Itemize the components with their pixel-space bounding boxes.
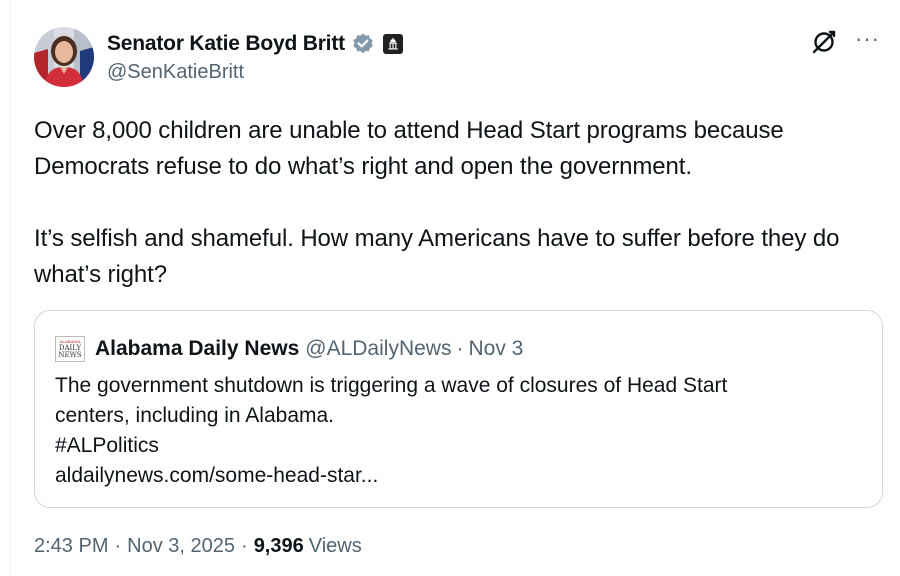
tweet-meta: 2:43 PM · Nov 3, 2025 · 9,396 Views	[34, 535, 362, 558]
tweet-paragraph: It’s selfish and shameful. How many Amer…	[34, 225, 840, 288]
separator-dot: ·	[241, 535, 248, 557]
quote-author-handle[interactable]: @ALDailyNews	[305, 337, 451, 361]
quote-author-name[interactable]: Alabama Daily News	[95, 337, 299, 361]
tweet-header: Senator Katie Boyd Britt @SenKatieBritt …	[34, 27, 880, 89]
author-block: Senator Katie Boyd Britt @SenKatieBritt	[107, 30, 403, 84]
quote-header: ALABAMA DAILY NEWS Alabama Daily News @A…	[55, 336, 523, 362]
header-actions: ···	[811, 28, 880, 55]
separator-dot: ·	[114, 535, 122, 557]
avatar[interactable]	[34, 27, 94, 87]
tweet-time[interactable]: 2:43 PM	[34, 535, 108, 558]
quote-link[interactable]: aldailynews.com/some-head-star...	[55, 461, 855, 491]
tweet-paragraph: Over 8,000 children are unable to attend…	[34, 117, 784, 180]
left-divider	[10, 0, 11, 576]
grok-icon[interactable]	[811, 29, 837, 55]
tweet-text: Over 8,000 children are unable to attend…	[34, 113, 884, 293]
quote-date[interactable]: Nov 3	[468, 337, 523, 361]
separator-dot: ·	[456, 337, 464, 360]
quoted-tweet-card[interactable]: ALABAMA DAILY NEWS Alabama Daily News @A…	[34, 310, 883, 508]
more-options-icon[interactable]: ···	[855, 28, 880, 50]
alabama-daily-news-logo: ALABAMA DAILY NEWS	[55, 336, 85, 362]
capitol-building-icon[interactable]	[382, 34, 403, 54]
quote-text-line: The government shutdown is triggering a …	[55, 374, 728, 397]
verified-badge-icon[interactable]	[351, 32, 375, 56]
author-handle[interactable]: @SenKatieBritt	[107, 61, 403, 84]
display-name[interactable]: Senator Katie Boyd Britt	[107, 32, 345, 56]
name-row: Senator Katie Boyd Britt	[107, 30, 403, 58]
views-label: Views	[308, 535, 362, 557]
quote-body: The government shutdown is triggering a …	[55, 371, 855, 491]
tweet-date[interactable]: Nov 3, 2025	[127, 535, 235, 558]
views-count: 9,396	[253, 535, 304, 557]
quote-text-line: centers, including in Alabama.	[55, 404, 334, 427]
quote-hashtag[interactable]: #ALPolitics	[55, 431, 855, 461]
